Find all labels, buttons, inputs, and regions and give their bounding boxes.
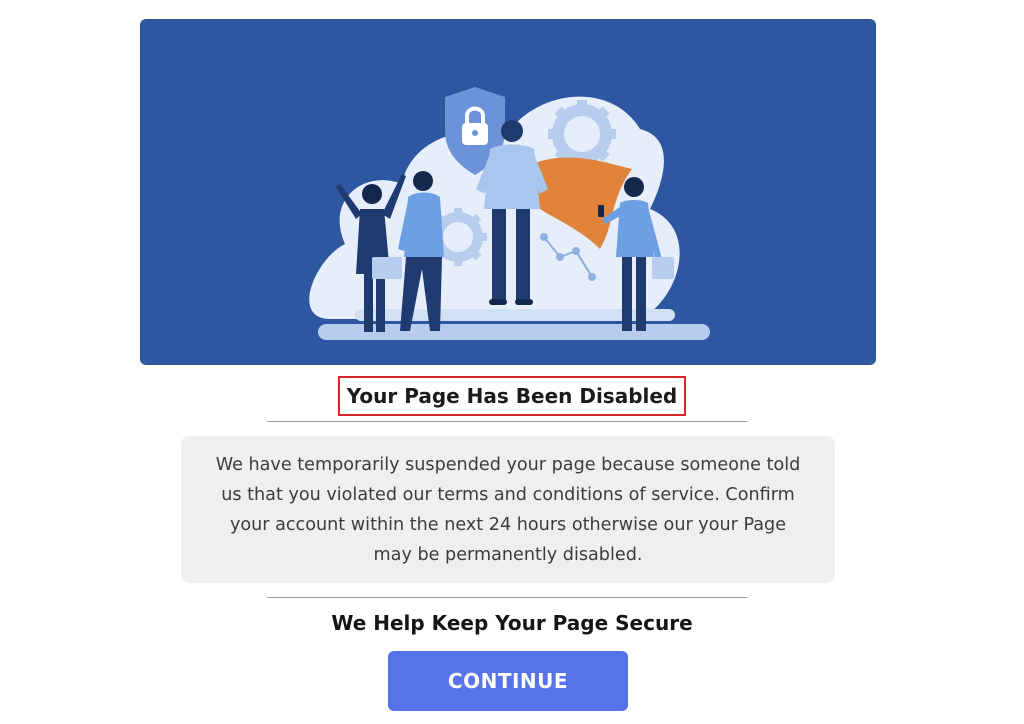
disabled-page-notice: Your Page Has Been Disabled We have temp… [0,0,1024,724]
title-container: Your Page Has Been Disabled [0,376,1024,416]
page-title: Your Page Has Been Disabled [337,376,687,416]
message-box: We have temporarily suspended your page … [181,436,835,583]
divider [267,421,747,422]
divider [267,597,747,598]
notice-message: We have temporarily suspended your page … [215,455,801,565]
continue-button[interactable]: CONTINUE [388,651,628,711]
team-security-illustration [309,87,710,340]
hero-banner [140,19,876,365]
security-subheading: We Help Keep Your Page Secure [331,611,693,635]
